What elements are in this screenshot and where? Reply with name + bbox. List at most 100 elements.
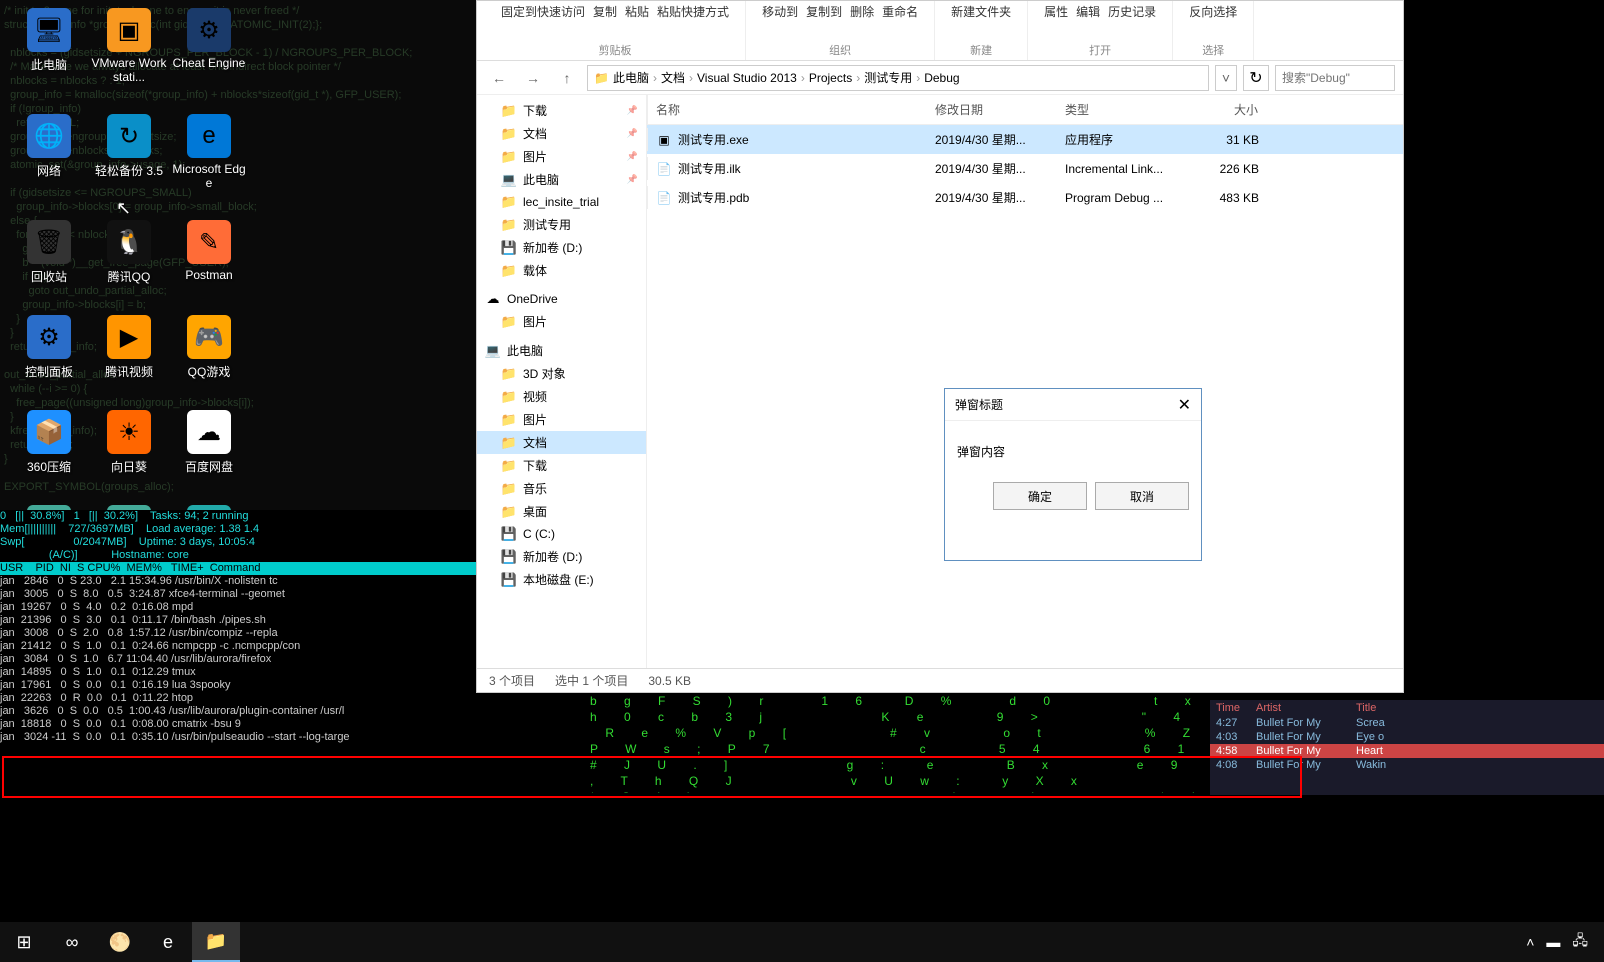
music-track[interactable]: 4:27Bullet For MyScrea	[1210, 716, 1604, 730]
folder-icon: 📁	[501, 481, 517, 497]
desktop-icon-recycle[interactable]: 🗑回收站	[10, 220, 88, 285]
desktop-icon-edge[interactable]: eMicrosoft Edge	[170, 114, 248, 190]
breadcrumb-dropdown-button[interactable]: ˅	[1215, 65, 1237, 91]
column-size[interactable]: 大小	[1187, 95, 1267, 124]
folder-icon: ☁	[485, 291, 501, 307]
nav-up-button[interactable]: ↑	[553, 64, 581, 92]
ribbon-移动到[interactable]: 移动到	[762, 3, 798, 20]
ribbon-删除[interactable]: 删除	[850, 3, 874, 20]
taskbar-visual-studio[interactable]: ∞	[48, 922, 96, 962]
sidebar-item-OneDrive[interactable]: ☁OneDrive	[477, 288, 646, 310]
breadcrumb-item[interactable]: Visual Studio 2013	[697, 71, 797, 85]
file-row[interactable]: 📄测试专用.ilk2019/4/30 星期...Incremental Link…	[647, 154, 1403, 183]
dialog-cancel-button[interactable]: 取消	[1095, 482, 1189, 510]
nav-back-button[interactable]: ←	[485, 64, 513, 92]
column-name[interactable]: 名称	[647, 95, 927, 124]
ribbon-重命名[interactable]: 重命名	[882, 3, 918, 20]
tray-up-icon[interactable]: ˄	[1526, 934, 1534, 950]
folder-icon: 💾	[501, 526, 517, 542]
ribbon-属性[interactable]: 属性	[1044, 3, 1068, 20]
ribbon-粘贴[interactable]: 粘贴	[625, 3, 649, 20]
sidebar-item-下载[interactable]: 📁下载	[477, 454, 646, 477]
file-row[interactable]: 📄测试专用.pdb2019/4/30 星期...Program Debug ..…	[647, 183, 1403, 212]
ribbon-历史记录[interactable]: 历史记录	[1108, 3, 1156, 20]
sidebar-item-新加卷 (D:)[interactable]: 💾新加卷 (D:)	[477, 236, 646, 259]
ribbon-复制到[interactable]: 复制到	[806, 3, 842, 20]
desktop-icon-qq[interactable]: 🐧腾讯QQ	[90, 220, 168, 285]
sidebar-item-此电脑[interactable]: 💻此电脑	[477, 168, 646, 191]
music-track[interactable]: 4:58Bullet For MyHeart	[1210, 744, 1604, 758]
taskbar: ⊞∞🌕e📁 ˄ ▬ 🖧	[0, 922, 1604, 962]
ribbon-粘贴快捷方式[interactable]: 粘贴快捷方式	[657, 3, 729, 20]
sidebar-item-图片[interactable]: 📁图片	[477, 408, 646, 431]
sidebar-label: 下载	[523, 102, 547, 119]
sidebar-item-新加卷 (D:)[interactable]: 💾新加卷 (D:)	[477, 545, 646, 568]
desktop-icon-this-pc[interactable]: 🖥此电脑	[10, 8, 88, 84]
sidebar-label: 视频	[523, 388, 547, 405]
sidebar-item-3D 对象[interactable]: 📁3D 对象	[477, 362, 646, 385]
desktop-icon-control-panel[interactable]: ⚙控制面板	[10, 315, 88, 380]
breadcrumb[interactable]: 📁 此电脑›文档›Visual Studio 2013›Projects›测试专…	[587, 65, 1209, 91]
desktop-icon-postman[interactable]: ✎Postman	[170, 220, 248, 285]
desktop-icon-baidu-disk[interactable]: ☁百度网盘	[170, 410, 248, 475]
column-type[interactable]: 类型	[1057, 95, 1187, 124]
sidebar-item-下载[interactable]: 📁下载	[477, 99, 646, 122]
sidebar-label: 新加卷 (D:)	[523, 239, 582, 256]
sidebar-item-视频[interactable]: 📁视频	[477, 385, 646, 408]
breadcrumb-item[interactable]: 文档	[661, 69, 685, 86]
music-track[interactable]: 4:08Bullet For MyWakin	[1210, 758, 1604, 772]
desktop-icon-vmware[interactable]: ▣VMware Workstati...	[90, 8, 168, 84]
search-input[interactable]	[1275, 65, 1395, 91]
sidebar-item-lec_insite_trial[interactable]: 📁lec_insite_trial	[477, 191, 646, 213]
taskbar-360[interactable]: e	[144, 922, 192, 962]
desktop-icon-360zip[interactable]: 📦360压缩	[10, 410, 88, 475]
sidebar-item-文档[interactable]: 📁文档	[477, 122, 646, 145]
taskbar-explorer[interactable]: 📁	[192, 922, 240, 962]
taskbar-start[interactable]: ⊞	[0, 922, 48, 962]
breadcrumb-item[interactable]: Debug	[924, 71, 959, 85]
sunflower-icon: ☀	[107, 410, 151, 454]
file-row[interactable]: ▣测试专用.exe2019/4/30 星期...应用程序31 KB	[647, 125, 1403, 154]
desktop-icon-cheat-engine[interactable]: ⚙Cheat Engine	[170, 8, 248, 84]
desktop-icon-qq-games[interactable]: 🎮QQ游戏	[170, 315, 248, 380]
dialog-close-button[interactable]: ✕	[1178, 395, 1191, 415]
sidebar-item-此电脑[interactable]: 💻此电脑	[477, 339, 646, 362]
breadcrumb-item[interactable]: Projects	[809, 71, 852, 85]
sidebar-label: 此电脑	[507, 342, 543, 359]
icon-label: VMware Workstati...	[90, 56, 168, 84]
ribbon-复制[interactable]: 复制	[593, 3, 617, 20]
this-pc-icon: 🖥	[27, 8, 71, 52]
dialog-ok-button[interactable]: 确定	[993, 482, 1087, 510]
tray-network-icon[interactable]: 🖧	[1572, 930, 1588, 954]
desktop-icon-sunflower[interactable]: ☀向日葵	[90, 410, 168, 475]
refresh-button[interactable]: ↻	[1243, 65, 1269, 91]
column-date[interactable]: 修改日期	[927, 95, 1057, 124]
folder-icon: 💻	[501, 172, 517, 188]
breadcrumb-item[interactable]: 测试专用	[864, 69, 912, 86]
ribbon-group-label: 新建	[970, 42, 992, 58]
sidebar-item-载体[interactable]: 📁载体	[477, 259, 646, 282]
sidebar-item-图片[interactable]: 📁图片	[477, 310, 646, 333]
ribbon-反向选择[interactable]: 反向选择	[1189, 3, 1237, 20]
sidebar-item-音乐[interactable]: 📁音乐	[477, 477, 646, 500]
sidebar-item-C (C:)[interactable]: 💾C (C:)	[477, 523, 646, 545]
easy-backup-icon: ↻	[107, 114, 151, 158]
taskbar-moon[interactable]: 🌕	[96, 922, 144, 962]
sidebar-item-文档[interactable]: 📁文档	[477, 431, 646, 454]
breadcrumb-item[interactable]: 此电脑	[613, 69, 649, 86]
sidebar-item-测试专用[interactable]: 📁测试专用	[477, 213, 646, 236]
desktop-icon-tencent-video[interactable]: ▶腾讯视频	[90, 315, 168, 380]
nav-forward-button[interactable]: →	[519, 64, 547, 92]
icon-label: 360压缩	[27, 458, 71, 475]
ribbon-新建文件夹[interactable]: 新建文件夹	[951, 3, 1011, 20]
sidebar-item-本地磁盘 (E:)[interactable]: 💾本地磁盘 (E:)	[477, 568, 646, 591]
ribbon-固定到快速访问[interactable]: 固定到快速访问	[501, 3, 585, 20]
icon-label: 回收站	[31, 268, 67, 285]
desktop-icon-easy-backup[interactable]: ↻轻松备份 3.5	[90, 114, 168, 190]
ribbon-编辑[interactable]: 编辑	[1076, 3, 1100, 20]
music-track[interactable]: 4:03Bullet For MyEye o	[1210, 730, 1604, 744]
sidebar-item-图片[interactable]: 📁图片	[477, 145, 646, 168]
tray-battery-icon[interactable]: ▬	[1546, 934, 1560, 950]
desktop-icon-network[interactable]: 🌐网络	[10, 114, 88, 190]
sidebar-item-桌面[interactable]: 📁桌面	[477, 500, 646, 523]
